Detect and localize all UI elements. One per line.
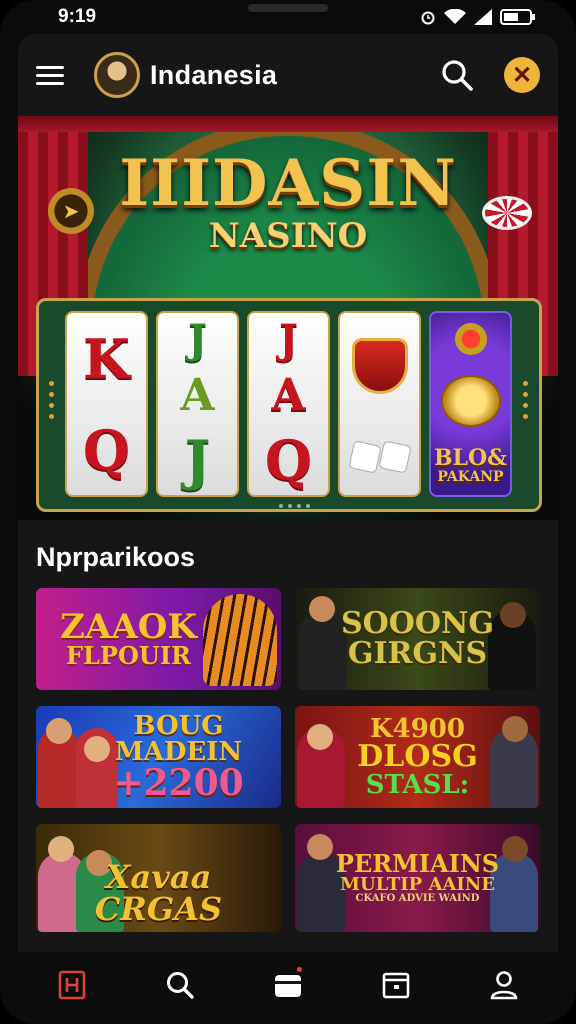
reel-4: [338, 311, 421, 497]
wifi-icon: [444, 9, 466, 24]
reel-symbol: K: [83, 326, 130, 391]
game-card[interactable]: BOUG MADEIN +2200: [36, 706, 281, 808]
status-bar: 9:19: [0, 0, 576, 34]
card-line: CRGAS: [94, 890, 223, 928]
treasure-icon: [440, 375, 501, 428]
slot-machine[interactable]: K Q J A J J A Q BLO& PAKANP: [36, 298, 542, 512]
reel-bonus: BLO& PAKANP: [429, 311, 512, 497]
coin-icon: [454, 323, 487, 356]
game-card-title: PERMIAINS MULTIP AAINE CKAFO ADVIE WAIND: [336, 852, 499, 904]
person-head: [46, 718, 72, 744]
camera-notch: [248, 4, 328, 12]
card-line: DLOSG: [357, 739, 478, 774]
carousel-pager[interactable]: [279, 504, 310, 508]
card-line: Xavaa: [105, 858, 212, 896]
notification-dot: [297, 967, 302, 972]
reel-dots-right: [523, 381, 529, 419]
nav-wallet[interactable]: [268, 965, 308, 1005]
card-line: CKAFO ADVIE WAIND: [355, 893, 480, 904]
reel-dots-left: [49, 381, 55, 419]
person-head: [84, 736, 110, 762]
game-card-title: BOUG MADEIN +2200: [113, 713, 243, 801]
close-button[interactable]: ✕: [504, 57, 540, 93]
search-icon[interactable]: [440, 58, 474, 92]
card-line: STASL:: [365, 770, 470, 800]
reel-2: J A J: [156, 311, 239, 497]
reel-3: J A Q: [247, 311, 330, 497]
close-icon: ✕: [511, 61, 533, 89]
card-line: GIRGNS: [347, 636, 488, 671]
game-card[interactable]: Xavaa CRGAS: [36, 824, 281, 932]
crest-icon: [351, 337, 408, 394]
card-line: +2200: [113, 762, 244, 804]
game-card-title: K4900 DLOSG STASL:: [357, 716, 478, 798]
search-icon: [167, 972, 194, 999]
reel-symbol: A: [180, 369, 215, 421]
game-card-title: Xavaa CRGAS: [95, 861, 222, 925]
app-bar: Indanesia ✕: [18, 34, 558, 116]
section-title: Nprparikoos: [36, 542, 196, 572]
game-grid: ZAAOK FLPOUIR SOOONG GIRGNS BOUG MADEIN …: [36, 588, 542, 932]
avatar[interactable]: [94, 52, 140, 98]
status-icons: [420, 9, 536, 25]
reel-symbol: Q: [264, 427, 313, 492]
menu-icon[interactable]: [36, 56, 74, 94]
person-image: [299, 610, 347, 690]
game-card[interactable]: ZAAOK FLPOUIR: [36, 588, 281, 690]
nav-search[interactable]: [160, 965, 200, 1005]
game-card[interactable]: SOOONG GIRGNS: [295, 588, 540, 690]
bottom-nav: [18, 952, 558, 1024]
alarm-icon: [421, 11, 435, 25]
battery-icon: [500, 9, 535, 25]
reel-symbol: J: [184, 427, 211, 492]
game-card[interactable]: PERMIAINS MULTIP AAINE CKAFO ADVIE WAIND: [295, 824, 540, 932]
reel-1: K Q: [65, 311, 148, 497]
wallet-icon: [275, 975, 301, 997]
bonus-label: BLO& PAKANP: [434, 447, 507, 485]
game-card-title: SOOONG GIRGNS: [341, 609, 494, 669]
person-head: [307, 724, 333, 750]
status-time: 9:19: [58, 6, 97, 27]
home-icon: [58, 970, 86, 1000]
hero-banner[interactable]: ➤ IIIDASIN NASINO K Q J A J J A Q BLO& P…: [18, 116, 558, 520]
person-head: [309, 596, 335, 622]
person-head: [307, 834, 333, 860]
person-head: [500, 602, 526, 628]
app-screen: Indanesia ✕ ➤ IIIDASIN NASINO K Q J A J …: [18, 34, 558, 1024]
nav-home[interactable]: [52, 965, 92, 1005]
curtain-valance: [18, 116, 558, 132]
card-line: FLPOUIR: [66, 641, 191, 670]
bonus-label-line: PAKANP: [437, 469, 504, 486]
hero-title: IIIDASIN: [119, 146, 457, 221]
reel-symbol: A: [271, 369, 306, 421]
card-line: PERMIAINS: [335, 849, 500, 878]
card-line: ZAAOK: [60, 607, 197, 647]
person-head: [502, 716, 528, 742]
profile-icon: [490, 971, 518, 1000]
game-card-title: ZAAOK FLPOUIR: [60, 610, 197, 668]
bonus-label-line: BLO&: [433, 445, 508, 472]
person-head: [48, 836, 74, 862]
app-title: Indanesia: [150, 59, 278, 90]
reel-symbol: J: [279, 316, 298, 364]
tiger-image: [203, 594, 277, 686]
hero-subtitle: NASINO: [208, 216, 368, 256]
reel-symbol: Q: [82, 417, 131, 482]
calendar-icon: [382, 972, 410, 999]
nav-profile[interactable]: [484, 965, 524, 1005]
reel-symbol: J: [188, 316, 207, 364]
signal-icon: [474, 9, 492, 25]
dice-icon: [347, 439, 412, 474]
card-line: SOOONG: [340, 606, 495, 641]
nav-calendar[interactable]: [376, 965, 416, 1005]
card-line: MULTIP AAINE: [340, 874, 495, 895]
phone-frame: 9:19 Indanesia ✕ ➤ IIIDASIN NASINO K Q J…: [0, 0, 576, 1024]
game-card[interactable]: K4900 DLOSG STASL:: [295, 706, 540, 808]
person-head: [502, 836, 528, 862]
card-line: BOUG: [133, 711, 224, 741]
